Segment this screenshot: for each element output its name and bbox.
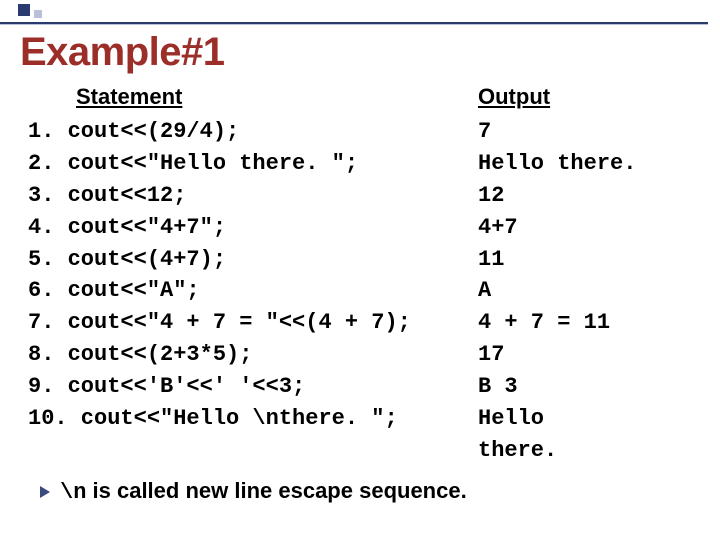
statement-row: 4. cout<<"4+7"; [28,212,478,244]
output-row: there. [478,435,700,467]
statement-row: 6. cout<<"A"; [28,275,478,307]
slide-top-decoration [0,0,720,26]
statement-row: 5. cout<<(4+7); [28,244,478,276]
footnote-text: \n is called new line escape sequence. [60,478,467,505]
output-column: Output 7Hello there.124+711A4 + 7 = 1117… [478,84,700,467]
output-row: B 3 [478,371,700,403]
statement-list: 1. cout<<(29/4);2. cout<<"Hello there. "… [28,116,478,435]
bullet-icon [40,486,50,498]
statement-header: Statement [76,84,478,110]
output-row: 4 + 7 = 11 [478,307,700,339]
statement-row: 3. cout<<12; [28,180,478,212]
statement-row: 8. cout<<(2+3*5); [28,339,478,371]
statement-row: 1. cout<<(29/4); [28,116,478,148]
escape-sequence: \n [60,480,86,505]
output-row: 12 [478,180,700,212]
statement-row: 7. cout<<"4 + 7 = "<<(4 + 7); [28,307,478,339]
content-area: Statement 1. cout<<(29/4);2. cout<<"Hell… [28,84,700,467]
statement-column: Statement 1. cout<<(29/4);2. cout<<"Hell… [28,84,478,435]
output-list: 7Hello there.124+711A4 + 7 = 1117B 3Hell… [478,116,700,467]
statement-row: 10. cout<<"Hello \nthere. "; [28,403,478,435]
statement-row: 2. cout<<"Hello there. "; [28,148,478,180]
output-row: 17 [478,339,700,371]
output-row: 4+7 [478,212,700,244]
output-row: Hello there. [478,148,700,180]
statement-row: 9. cout<<'B'<<' '<<3; [28,371,478,403]
output-row: A [478,275,700,307]
footnote: \n is called new line escape sequence. [40,478,467,505]
footnote-rest: is called new line escape sequence. [86,478,466,503]
output-row: 11 [478,244,700,276]
output-row: 7 [478,116,700,148]
output-row: Hello [478,403,700,435]
output-header: Output [478,84,700,110]
slide-title: Example#1 [20,30,225,75]
